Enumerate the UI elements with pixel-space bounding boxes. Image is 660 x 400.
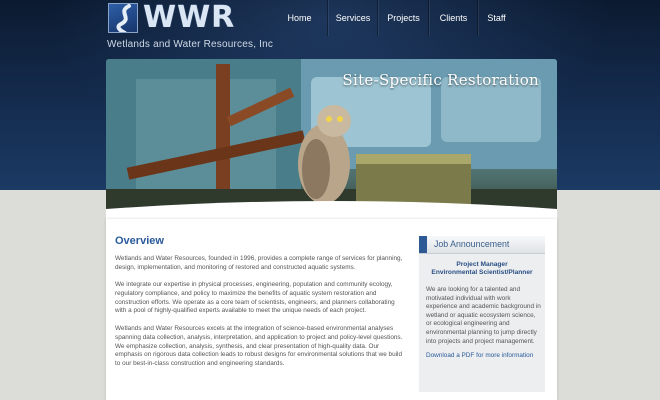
- logo-river-icon: [108, 3, 138, 33]
- overview-paragraph-2: We integrate our expertise in physical p…: [115, 281, 395, 315]
- hero-title: Site-Specific Restoration: [342, 71, 539, 89]
- hero-banner: Site-Specific Restoration: [106, 59, 557, 219]
- nav-item-clients[interactable]: Clients: [429, 0, 478, 36]
- nav-item-staff[interactable]: Staff: [478, 0, 514, 36]
- job-announcement-header: Job Announcement: [419, 236, 545, 254]
- job-title-line-1: Project Manager: [456, 261, 508, 268]
- nav-item-home[interactable]: Home: [272, 0, 328, 36]
- job-description: We are looking for a talented and motiva…: [426, 286, 541, 345]
- download-pdf-link[interactable]: Download a PDF for more information: [426, 352, 533, 359]
- header-accent-tab: [419, 236, 427, 253]
- overview-paragraph-1: Wetlands and Water Resources, founded in…: [115, 255, 403, 271]
- job-announcement-box: Job Announcement Project Manager Environ…: [419, 236, 545, 392]
- job-announcement-heading: Job Announcement: [434, 239, 510, 249]
- company-tagline: Wetlands and Water Resources, Inc: [107, 39, 274, 50]
- overview-heading: Overview: [115, 235, 164, 247]
- logo-text: WWR: [143, 0, 236, 35]
- content-panel: Overview Wetlands and Water Resources, f…: [106, 219, 557, 400]
- hero-curve-divider: [106, 201, 557, 219]
- nav-item-services[interactable]: Services: [328, 0, 378, 36]
- job-title-line-2: Environmental Scientist/Planner: [431, 269, 533, 276]
- overview-paragraph-3: Wetlands and Water Resources excels at t…: [115, 325, 403, 368]
- logo[interactable]: WWR: [108, 3, 235, 33]
- nav-item-projects[interactable]: Projects: [378, 0, 429, 36]
- main-nav: Home Services Projects Clients Staff: [272, 0, 514, 36]
